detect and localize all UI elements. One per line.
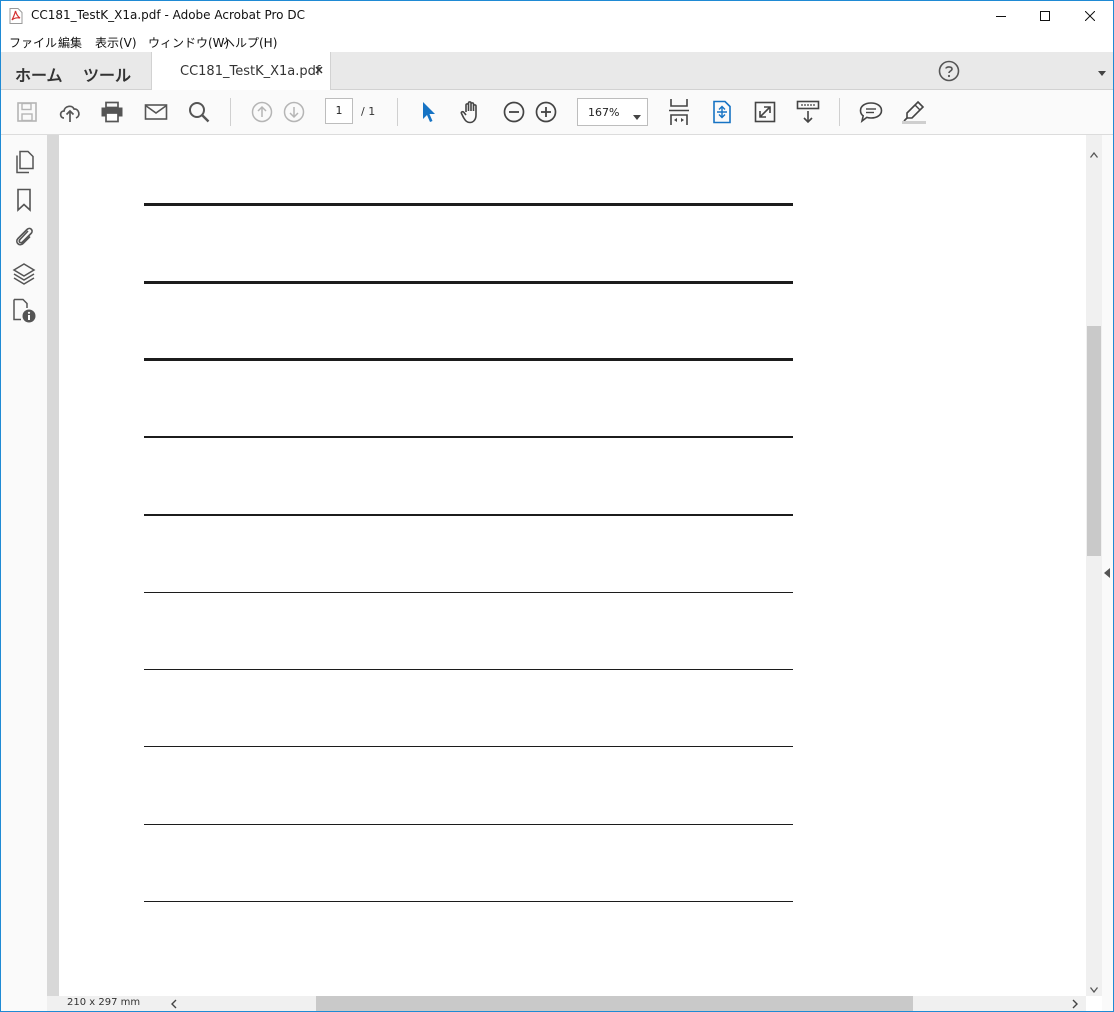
page-size-label: 210 x 297 mm — [67, 997, 141, 1008]
acrobat-window: CC181_TestK_X1a.pdf - Adobe Acrobat Pro … — [0, 0, 1114, 1012]
menu-file[interactable]: ファイル — [9, 34, 57, 51]
zoom-select[interactable]: 167% — [577, 98, 648, 126]
layers-icon — [12, 262, 36, 289]
next-page-button[interactable] — [281, 100, 307, 124]
email-button[interactable] — [143, 100, 169, 124]
bookmark-icon — [15, 188, 33, 215]
page-down-icon — [283, 101, 305, 123]
page-rule-line — [144, 203, 793, 206]
bookmarks-button[interactable] — [11, 188, 37, 214]
comment-button[interactable] — [858, 100, 884, 124]
minimize-button[interactable] — [978, 1, 1024, 31]
menu-view[interactable]: 表示(V) — [95, 34, 137, 51]
page-rule-line — [144, 281, 793, 284]
page-thumbnails-button[interactable] — [11, 150, 37, 176]
read-mode-button[interactable] — [795, 100, 821, 124]
page-rule-line — [144, 592, 793, 593]
zoom-out-icon — [503, 101, 525, 123]
print-button[interactable] — [99, 100, 125, 124]
horizontal-scroll-thumb[interactable] — [316, 996, 913, 1011]
toolbar-separator — [397, 98, 398, 126]
comment-icon — [859, 101, 883, 123]
search-button[interactable] — [186, 100, 212, 124]
zoom-value: 167% — [588, 106, 620, 119]
zoom-in-icon — [535, 101, 557, 123]
minimize-icon — [996, 11, 1006, 21]
tab-close-icon[interactable] — [312, 63, 326, 77]
maximize-icon — [1040, 11, 1050, 21]
toolbar-separator — [839, 98, 840, 126]
menu-edit[interactable]: 編集 — [58, 34, 82, 51]
page-rule-line — [144, 514, 793, 516]
bottom-status-bar: 210 x 297 mm — [47, 996, 1086, 1011]
page-rule-line — [144, 824, 793, 825]
menu-help[interactable]: ヘルプ(H) — [223, 34, 277, 51]
title-bar: CC181_TestK_X1a.pdf - Adobe Acrobat Pro … — [1, 1, 1113, 31]
fit-page-button[interactable] — [666, 98, 692, 126]
select-arrow-icon — [420, 101, 436, 123]
page-number-input[interactable]: 1 — [325, 98, 353, 124]
page-rule-line — [144, 901, 793, 902]
tab-document[interactable]: CC181_TestK_X1a.pdf — [151, 52, 331, 90]
attachments-button[interactable] — [11, 224, 37, 250]
highlight-button[interactable] — [901, 100, 927, 124]
page-rule-line — [144, 746, 793, 747]
toolbar-separator — [230, 98, 231, 126]
select-tool-button[interactable] — [415, 100, 441, 124]
email-icon — [144, 102, 168, 122]
save-button[interactable] — [14, 100, 40, 124]
chevron-down-icon — [633, 110, 641, 120]
page-rule-line — [144, 358, 793, 361]
help-icon[interactable] — [938, 60, 960, 82]
highlight-icon — [901, 100, 927, 124]
scroll-left-icon[interactable] — [171, 998, 177, 1011]
scroll-up-icon[interactable] — [1089, 147, 1099, 161]
page-up-icon — [251, 101, 273, 123]
page-rule-line — [144, 436, 793, 438]
search-icon — [188, 101, 210, 123]
tab-tools[interactable]: ツール — [83, 62, 131, 86]
document-tab-label: CC181_TestK_X1a.pdf — [180, 64, 321, 79]
previous-page-button[interactable] — [249, 100, 275, 124]
expand-right-pane-icon[interactable] — [1103, 567, 1111, 579]
zoom-in-button[interactable] — [533, 100, 559, 124]
fit-page-icon — [668, 98, 690, 126]
pdf-file-icon — [9, 8, 23, 24]
tab-home[interactable]: ホーム — [15, 62, 63, 86]
left-navigation-pane — [1, 135, 48, 1011]
scroll-right-icon[interactable] — [1072, 998, 1078, 1011]
page-total: / 1 — [361, 105, 376, 118]
close-window-button[interactable] — [1067, 1, 1113, 31]
scroll-mode-icon — [711, 100, 733, 124]
print-icon — [100, 101, 124, 123]
layers-button[interactable] — [11, 262, 37, 288]
hand-icon — [459, 100, 483, 124]
full-screen-icon — [754, 101, 776, 123]
vertical-scrollbar[interactable] — [1086, 135, 1102, 996]
maximize-button[interactable] — [1022, 1, 1068, 31]
menu-bar: ファイル 編集 表示(V) ウィンドウ(W) ヘルプ(H) — [1, 31, 1113, 52]
vertical-scroll-thumb[interactable] — [1087, 326, 1101, 556]
full-screen-button[interactable] — [752, 100, 778, 124]
chevron-down-icon[interactable] — [1097, 67, 1107, 76]
save-icon — [16, 101, 38, 123]
menu-window[interactable]: ウィンドウ(W) — [148, 34, 229, 51]
scroll-down-icon[interactable] — [1089, 982, 1099, 996]
document-info-icon — [11, 298, 37, 327]
upload-button[interactable] — [57, 100, 83, 124]
document-view[interactable] — [47, 135, 1086, 996]
close-icon — [1085, 11, 1095, 21]
page-rule-line — [144, 669, 793, 670]
hand-tool-button[interactable] — [458, 100, 484, 124]
read-mode-icon — [796, 100, 820, 124]
scroll-mode-button[interactable] — [709, 100, 735, 124]
attachment-icon — [13, 224, 35, 251]
document-info-button[interactable] — [11, 298, 37, 327]
zoom-out-button[interactable] — [501, 100, 527, 124]
upload-cloud-icon — [58, 101, 82, 123]
pdf-page — [59, 135, 1086, 996]
toolbar: 1 / 1 167% — [1, 90, 1113, 135]
window-title: CC181_TestK_X1a.pdf - Adobe Acrobat Pro … — [31, 8, 305, 22]
page-thumbnails-icon — [13, 150, 35, 177]
